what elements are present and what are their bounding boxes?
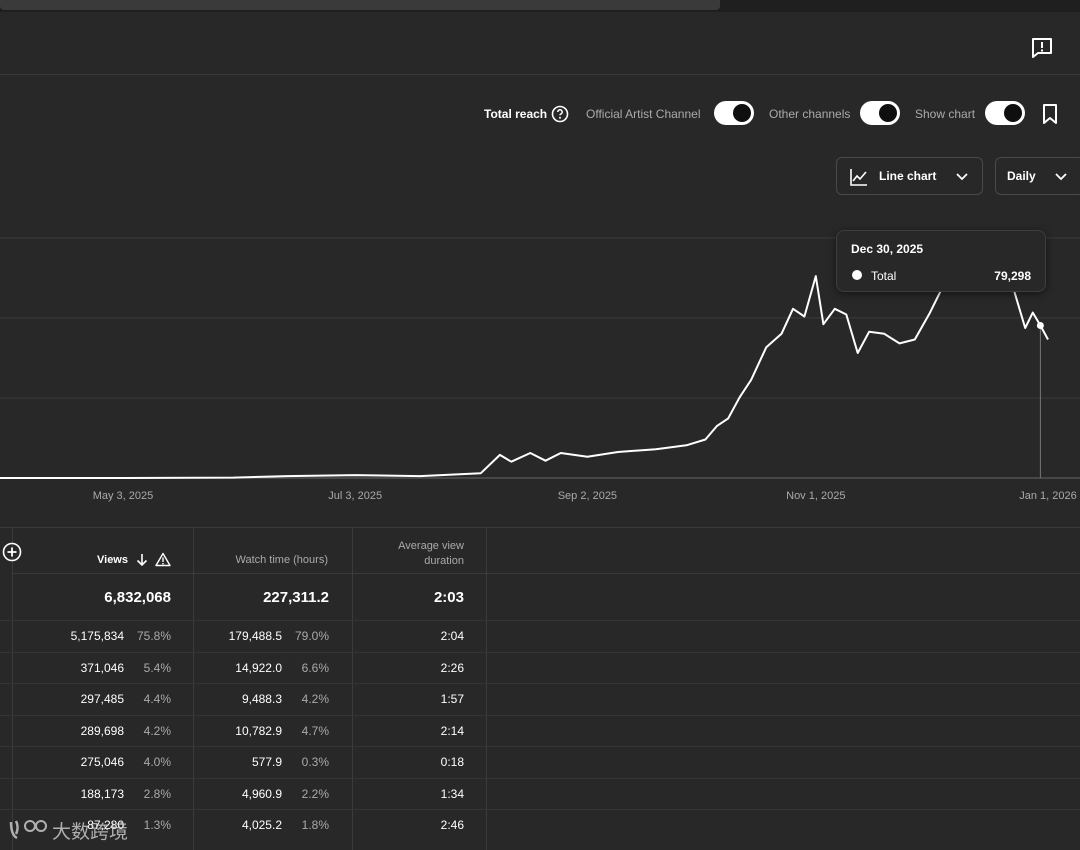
series-line-total[interactable] xyxy=(0,261,1049,479)
cell-watch-pct: 4.2% xyxy=(301,692,329,706)
cell-views: 188,173 xyxy=(80,786,124,801)
header-divider xyxy=(0,74,1080,75)
toggle-label-official-artist-channel: Official Artist Channel xyxy=(586,107,701,121)
cell-watch-time: 179,488.5 xyxy=(228,629,282,643)
x-tick-label: May 3, 2025 xyxy=(93,490,154,502)
cell-avg-view-duration: 1:57 xyxy=(440,692,464,706)
toggle-official-artist-channel[interactable] xyxy=(714,101,754,125)
cell-watch-time: 10,782.9 xyxy=(235,723,282,738)
cell-avg-view-duration: 2:46 xyxy=(440,818,464,832)
cell-watch-time: 9,488.3 xyxy=(241,692,282,706)
cell-views: 275,046 xyxy=(80,755,124,769)
cell-views: 297,485 xyxy=(80,692,124,706)
header-row-divider xyxy=(12,573,1080,574)
col-header-avd-line1: Average view xyxy=(398,540,464,552)
cell-watch-time: 14,922.0 xyxy=(235,660,282,675)
toggle-label-other-channels: Other channels xyxy=(769,107,851,121)
total-views: 6,832,068 xyxy=(104,589,171,606)
chevron-down-icon xyxy=(1055,173,1067,181)
cell-watch-pct: 6.6% xyxy=(301,660,329,675)
cell-avg-view-duration: 0:18 xyxy=(440,755,464,769)
cell-watch-pct: 0.3% xyxy=(301,755,329,769)
chevron-down-icon xyxy=(956,173,968,181)
table-row[interactable]: 188,173 2.8% 4,960.9 2.2% 1:34 xyxy=(0,777,1080,809)
feedback-icon[interactable] xyxy=(1030,36,1054,60)
cell-views-pct: 4.2% xyxy=(143,723,171,738)
cell-views-pct: 2.8% xyxy=(143,786,171,801)
col-header-avd-line2: duration xyxy=(424,555,464,567)
table-row[interactable]: 289,698 4.2% 10,782.9 4.7% 2:14 xyxy=(0,714,1080,746)
browser-tab-bar[interactable] xyxy=(0,0,720,10)
cell-avg-view-duration: 1:34 xyxy=(440,786,464,801)
interval-dropdown[interactable]: Daily xyxy=(995,157,1080,195)
cell-views-pct: 4.0% xyxy=(143,755,171,769)
x-tick-label: Jan 1, 2026 xyxy=(1019,490,1077,502)
chart-tooltip: Dec 30, 2025 Total 79,298 xyxy=(836,230,1046,292)
cell-views-pct: 75.8% xyxy=(136,629,171,643)
browser-top-strip xyxy=(0,0,1080,12)
tooltip-series-name: Total xyxy=(871,269,897,283)
cell-avg-view-duration: 2:04 xyxy=(440,629,464,643)
cell-watch-pct: 2.2% xyxy=(301,786,329,801)
table-row[interactable]: 275,046 4.0% 577.9 0.3% 0:18 xyxy=(0,746,1080,777)
cell-avg-view-duration: 2:26 xyxy=(440,660,464,675)
table-row[interactable]: 297,485 4.4% 9,488.3 4.2% 1:57 xyxy=(0,683,1080,714)
arrow-down-icon[interactable] xyxy=(135,553,149,567)
tooltip-date: Dec 30, 2025 xyxy=(851,242,924,256)
cell-avg-view-duration: 2:14 xyxy=(440,723,464,738)
cell-views-pct: 1.3% xyxy=(143,818,171,832)
toggle-other-channels[interactable] xyxy=(860,101,900,125)
cell-watch-pct: 4.7% xyxy=(301,723,329,738)
cell-watch-pct: 79.0% xyxy=(294,629,329,643)
cell-views: 5,175,834 xyxy=(70,629,124,643)
col-header-avg-view-duration[interactable]: Average view duration xyxy=(360,539,464,569)
cell-views-pct: 4.4% xyxy=(143,692,171,706)
col-header-views[interactable]: Views xyxy=(60,554,128,566)
chart-type-dropdown[interactable]: Line chart xyxy=(836,157,983,195)
cell-watch-time: 4,025.2 xyxy=(241,818,282,832)
total-reach-label: Total reach xyxy=(484,107,548,121)
toggle-show-chart[interactable] xyxy=(985,101,1025,125)
bookmark-icon[interactable] xyxy=(1040,103,1060,125)
tooltip-series-dot xyxy=(852,270,862,280)
line-chart-icon xyxy=(850,169,867,186)
hover-point xyxy=(1036,322,1044,330)
cell-views: 289,698 xyxy=(80,723,124,738)
cell-watch-pct: 1.8% xyxy=(301,818,329,832)
metrics-table: Views Watch time (hours) Average view dur… xyxy=(0,527,1080,850)
table-row[interactable]: 371,046 5.4% 14,922.0 6.6% 2:26 xyxy=(0,651,1080,683)
help-circle-icon[interactable] xyxy=(550,104,570,124)
total-avg-view-duration: 2:03 xyxy=(433,589,464,606)
toggle-label-show-chart: Show chart xyxy=(915,107,976,121)
col-header-watch-time[interactable]: Watch time (hours) xyxy=(200,554,328,566)
x-tick-label: Nov 1, 2025 xyxy=(786,490,845,502)
cell-views-pct: 5.4% xyxy=(143,660,171,675)
add-circle-icon[interactable] xyxy=(2,542,22,562)
table-row[interactable]: 5,175,834 75.8% 179,488.5 79.0% 2:04 xyxy=(0,620,1080,651)
table-row[interactable]: 87,280 1.3% 4,025.2 1.8% 2:46 xyxy=(0,809,1080,840)
cell-watch-time: 577.9 xyxy=(251,755,282,769)
total-watch-time: 227,311.2 xyxy=(263,589,329,606)
watermark-glyph-icon xyxy=(9,820,47,840)
watermark-text: 大数跨境 xyxy=(52,822,129,843)
x-tick-label: Sep 2, 2025 xyxy=(558,490,617,502)
interval-label: Daily xyxy=(1007,169,1036,183)
x-tick-label: Jul 3, 2025 xyxy=(328,490,382,502)
cell-views: 371,046 xyxy=(80,660,124,675)
chart-type-label: Line chart xyxy=(879,169,937,183)
cell-watch-time: 4,960.9 xyxy=(241,786,282,801)
tooltip-value: 79,298 xyxy=(994,269,1031,283)
warning-icon[interactable] xyxy=(155,552,171,567)
